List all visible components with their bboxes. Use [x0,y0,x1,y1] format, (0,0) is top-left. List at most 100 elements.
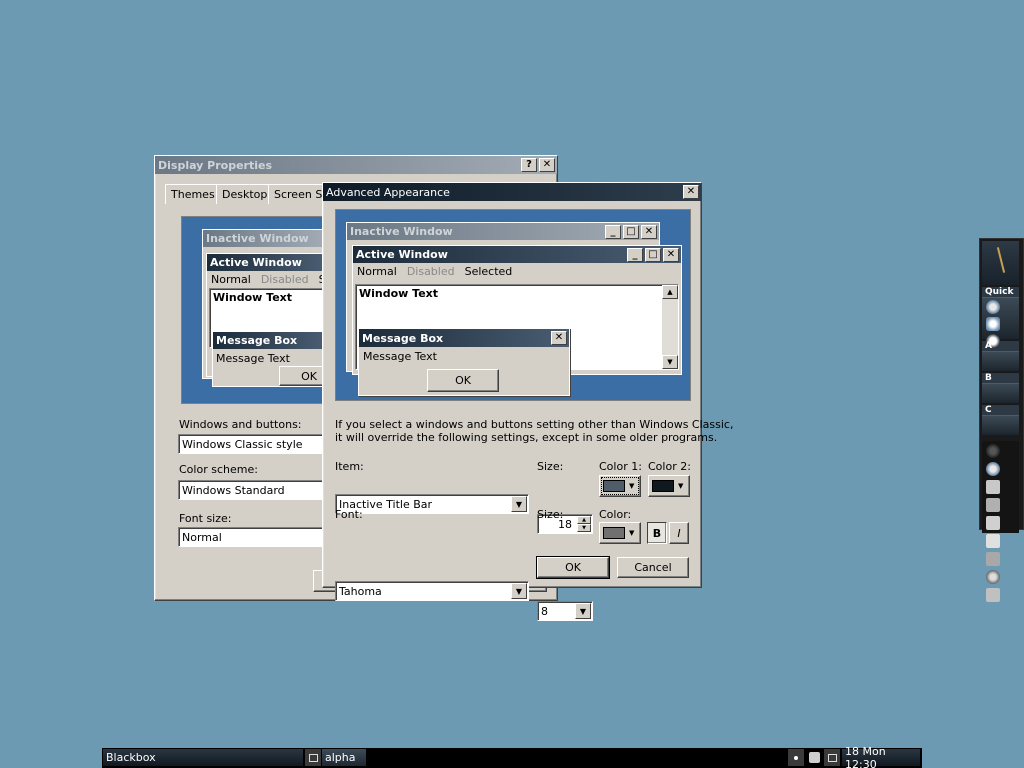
display-properties-titlebar[interactable]: Display Properties ? ✕ [155,156,557,174]
tab-desktop[interactable]: Desktop [216,184,274,204]
tab-screen-saver[interactable]: Screen Sa [268,184,328,204]
system-tray-icons [982,441,1019,602]
adv-preview-message-box: Message Box ✕ Message Text OK [358,328,570,396]
chevron-down-icon[interactable]: ▼ [575,603,591,619]
font-size-select[interactable]: 8 ▼ [537,601,593,621]
preview-window-text: Window Text [213,291,293,304]
scroll-up-icon: ▲ [662,285,678,299]
spin-down-icon[interactable]: ▼ [577,524,591,532]
color2-picker[interactable]: ▼ [648,475,690,497]
taskbar-window-alpha[interactable]: alpha [322,749,366,766]
preview-menu-disabled: Disabled [260,273,309,286]
adv-preview-menu-selected: Selected [464,265,513,278]
font-size-value: 8 [541,604,548,618]
spinner-arrows[interactable]: ▲ ▼ [577,516,591,532]
adv-preview-msgbox-titlebar: Message Box ✕ [359,329,569,347]
font-color-swatch [603,527,625,539]
trash-icon[interactable] [986,516,1000,530]
explorer-icon[interactable] [986,317,1000,331]
dot-icon [794,755,798,760]
workspace-pager[interactable] [982,241,1019,285]
browser-icon[interactable] [986,462,1000,476]
preview-menu-normal: Normal [211,273,251,286]
chevron-down-icon[interactable]: ▼ [511,496,527,512]
preview-scrollbar: ▲ ▼ [662,285,678,369]
adv-preview-msgbox-title: Message Box [362,331,444,345]
preview-msgbox-title: Message Box [213,332,325,349]
settings-icon[interactable] [986,570,1000,584]
paint-icon[interactable] [986,498,1000,512]
window-icon [827,753,837,762]
section-b-cell[interactable] [982,383,1019,403]
window-icon [308,753,318,762]
window-title: Display Properties [158,158,273,172]
chevron-down-icon: ▼ [678,482,684,490]
color1-swatch [603,480,625,492]
adv-preview-inactive-titlebar: Inactive Window _ □ ✕ [347,223,659,240]
font-color-label: Color: [599,508,632,521]
close-button[interactable]: ✕ [539,158,555,172]
windows-buttons-select[interactable]: Windows Classic style [178,434,328,454]
adv-preview-menubar: Normal Disabled Selected [353,263,681,280]
scroll-down-icon: ▼ [662,355,678,369]
windows-buttons-label: Windows and buttons: [179,418,302,431]
clock[interactable]: 18 Mon 12:30 [842,745,920,768]
italic-button[interactable]: I [669,522,689,544]
adv-preview-menu-disabled: Disabled [406,265,455,278]
section-c-cell[interactable] [982,415,1019,435]
color-scheme-select[interactable]: Windows Standard [178,480,328,500]
adv-preview-active-titlebar: Active Window _ □ ✕ [353,246,681,263]
font-color-picker[interactable]: ▼ [599,522,641,544]
color1-picker[interactable]: ▼ [599,475,641,497]
network-icon [808,752,820,763]
section-a-cell[interactable] [982,351,1019,371]
adv-preview-window-text: Window Text [359,287,439,300]
help-button[interactable]: ? [521,158,537,172]
adv-preview-ok-button: OK [427,369,499,392]
taskbar-window-icon[interactable] [305,749,321,766]
bold-button[interactable]: B [647,522,667,544]
network-icon[interactable] [986,444,1000,458]
item-select[interactable]: Inactive Title Bar ▼ [335,494,529,514]
recycle-bin-icon[interactable] [986,588,1000,602]
folder-icon[interactable] [986,534,1000,548]
adv-preview-msgbox-text: Message Text [363,350,437,363]
ok-button[interactable]: OK [536,556,610,579]
tray-network-icon[interactable] [806,749,822,766]
font-select[interactable]: Tahoma ▼ [335,581,529,601]
font-size-select[interactable]: Normal [178,527,328,547]
advanced-titlebar[interactable]: Advanced Appearance ✕ [323,183,701,201]
chevron-down-icon[interactable]: ▼ [511,583,527,599]
tool-icon[interactable] [986,480,1000,494]
advanced-appearance-dialog: Advanced Appearance ✕ Inactive Window _ … [322,182,733,621]
workspace-label[interactable]: Blackbox [103,749,303,766]
section-b-label: B [982,373,1019,383]
close-icon: ✕ [663,247,679,262]
maximize-icon: □ [645,247,661,262]
tab-strip: Themes Desktop Screen Sa [165,184,345,206]
color2-label: Color 2: [648,460,691,473]
advanced-preview[interactable]: Inactive Window _ □ ✕ Active Window _ □ … [335,209,691,401]
tab-themes[interactable]: Themes [165,184,221,204]
taskbar: Blackbox alpha 18 Mon 12:30 [102,745,922,768]
font-select-value: Tahoma [339,584,382,598]
close-icon: ✕ [551,331,567,345]
section-a-label: A [982,341,1019,351]
preview-msgbox-text: Message Text [216,352,290,365]
computer-icon[interactable] [986,552,1000,566]
quick-launch-icons [982,297,1019,348]
advanced-close-button[interactable]: ✕ [683,185,699,199]
tray-window-icon[interactable] [824,749,840,766]
cancel-button[interactable]: Cancel [617,557,689,578]
preview-menubar: Normal Disabled Sel [207,271,335,288]
maximize-icon: □ [623,224,639,239]
close-icon: ✕ [641,224,657,239]
tray-dot-icon[interactable] [788,749,804,766]
font-size-label: Font size: [179,512,232,525]
color1-label: Color 1: [599,460,642,473]
preview-active-title: Active Window [207,254,325,271]
spin-up-icon[interactable]: ▲ [577,516,591,524]
advanced-title: Advanced Appearance [326,185,450,199]
info-line-2: it will override the following settings,… [335,431,718,444]
browser-icon[interactable] [986,300,1000,314]
